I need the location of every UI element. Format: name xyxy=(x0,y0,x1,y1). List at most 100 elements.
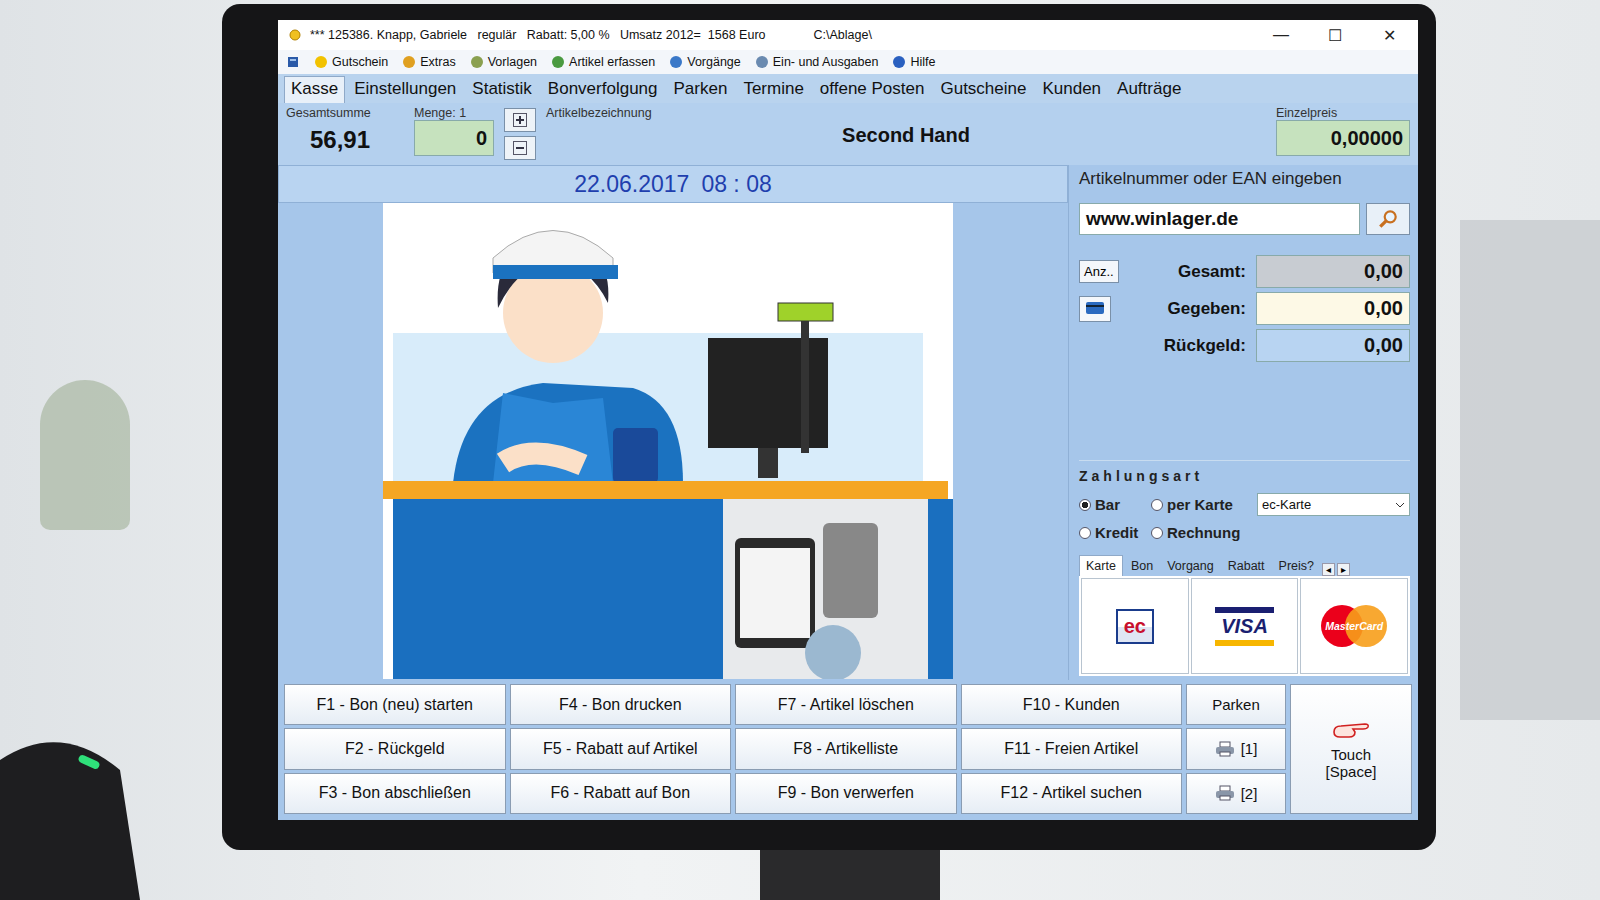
toolbar-item[interactable]: Vorgänge xyxy=(669,55,741,69)
radio-icon xyxy=(1151,499,1163,511)
sub-tab[interactable]: Bon xyxy=(1125,556,1159,576)
decrease-button[interactable] xyxy=(504,136,536,160)
card-button[interactable] xyxy=(1079,296,1111,322)
tab[interactable]: Statistik xyxy=(465,76,539,103)
payment-option[interactable]: per Karte xyxy=(1151,496,1257,513)
sub-tab-bar: KarteBonVorgangRabattPreis? ◂▸ xyxy=(1079,555,1410,576)
toolbar-icon xyxy=(755,55,769,69)
radio-icon xyxy=(1079,527,1091,539)
card-tile[interactable]: ec xyxy=(1081,578,1189,674)
card-tile[interactable]: VISA xyxy=(1191,578,1299,674)
toolbar-item[interactable]: Gutschein xyxy=(314,55,388,69)
sub-tab[interactable]: Rabatt xyxy=(1222,556,1271,576)
sub-tab[interactable]: Karte xyxy=(1079,555,1123,576)
payment-title: Zahlungsart xyxy=(1079,468,1203,484)
toolbar-item[interactable]: Vorlagen xyxy=(470,55,537,69)
tab[interactable]: Parken xyxy=(667,76,735,103)
tab[interactable]: Aufträge xyxy=(1110,76,1188,103)
function-key[interactable]: F7 - Artikel löschen xyxy=(735,684,957,725)
quantity-box: Menge: 1 0 xyxy=(414,106,494,162)
barcode-scanner xyxy=(0,720,150,900)
total-label: Gesamtsumme xyxy=(286,106,404,120)
tab[interactable]: offene Posten xyxy=(813,76,932,103)
park-button[interactable]: Parken xyxy=(1186,684,1286,725)
window-control[interactable]: ☐ xyxy=(1312,25,1358,46)
printer-icon xyxy=(1215,741,1235,757)
function-key[interactable]: F4 - Bon drucken xyxy=(510,684,732,725)
date-time: 22.06.2017 08 : 08 xyxy=(278,165,1068,203)
toolbar-item[interactable]: Ein- und Ausgaben xyxy=(755,55,879,69)
payment-option[interactable]: Kredit xyxy=(1079,524,1151,541)
function-key[interactable]: F12 - Artikel suchen xyxy=(961,773,1183,814)
toolbar-icon xyxy=(402,55,416,69)
toolbar-item[interactable]: Hilfe xyxy=(892,55,935,69)
sub-tab[interactable]: Preis? xyxy=(1273,556,1320,576)
count-button[interactable]: Anz.. xyxy=(1079,260,1119,283)
tab[interactable]: Kasse xyxy=(284,76,345,103)
search-button[interactable] xyxy=(1366,203,1410,235)
radio-icon xyxy=(1151,527,1163,539)
payment-panel: Artikelnummer oder EAN eingeben www.winl… xyxy=(1068,165,1418,680)
tab[interactable]: Kunden xyxy=(1035,76,1108,103)
quantity-field[interactable]: 0 xyxy=(414,120,494,156)
print-button[interactable]: [1] xyxy=(1186,728,1286,769)
function-key[interactable]: F9 - Bon verwerfen xyxy=(735,773,957,814)
amount-field: 0,00 xyxy=(1256,329,1410,362)
chevron-down-icon xyxy=(1395,502,1405,508)
tab[interactable]: Bonverfolgung xyxy=(541,76,665,103)
toolbar-icon xyxy=(551,55,565,69)
pointing-hand-icon xyxy=(1331,718,1371,742)
function-key[interactable]: F3 - Bon abschließen xyxy=(284,773,506,814)
function-key[interactable]: F8 - Artikelliste xyxy=(735,728,957,769)
mastercard-logo: MasterCard xyxy=(1321,605,1387,647)
tab[interactable]: Termine xyxy=(736,76,810,103)
article-box: Artikelbezeichnung Second Hand xyxy=(546,106,1266,162)
print-button[interactable]: [2] xyxy=(1186,773,1286,814)
toolbar-item[interactable]: Extras xyxy=(402,55,455,69)
date: 22.06.2017 xyxy=(574,171,689,198)
card-type-select[interactable]: ec-Karte xyxy=(1257,493,1410,516)
tab[interactable]: Gutscheine xyxy=(933,76,1033,103)
scroll-arrow[interactable]: ◂ xyxy=(1322,563,1335,576)
sub-tab[interactable]: Vorgang xyxy=(1161,556,1220,576)
function-key[interactable]: F6 - Rabatt auf Bon xyxy=(510,773,732,814)
ean-label: Artikelnummer oder EAN eingeben xyxy=(1079,169,1410,189)
window-path: C:\Ablage\ xyxy=(814,28,872,42)
tab[interactable]: Einstellungen xyxy=(347,76,463,103)
visa-logo: VISA xyxy=(1215,607,1274,646)
window-title: *** 125386. Knapp, Gabriele regulär Raba… xyxy=(310,28,766,42)
function-key[interactable]: F11 - Freien Artikel xyxy=(961,728,1183,769)
card-buttons: ec VISA MasterCard xyxy=(1079,576,1410,676)
window-control[interactable]: ✕ xyxy=(1366,25,1412,46)
ean-input[interactable]: www.winlager.de xyxy=(1079,203,1360,235)
toolbar-item[interactable]: Artikel erfassen xyxy=(551,55,655,69)
touch-button[interactable]: Touch[Space] xyxy=(1290,684,1412,814)
amount-label: Gesamt: xyxy=(1139,262,1252,282)
payment-option[interactable]: Bar xyxy=(1079,496,1151,513)
scroll-arrow[interactable]: ▸ xyxy=(1337,563,1350,576)
tab-bar: KasseEinstellungenStatistikBonverfolgung… xyxy=(278,74,1418,103)
payment-option[interactable]: Rechnung xyxy=(1151,524,1257,541)
card-icon xyxy=(1085,300,1105,316)
function-key[interactable]: F1 - Bon (neu) starten xyxy=(284,684,506,725)
amount-row: Gegeben: 0,00 xyxy=(1079,292,1410,325)
amount-label: Rückgeld: xyxy=(1139,336,1252,356)
magnifier-icon xyxy=(1377,208,1399,230)
price-field[interactable]: 0,00000 xyxy=(1276,120,1410,156)
plant xyxy=(40,380,130,530)
book-icon[interactable] xyxy=(286,55,300,69)
card-tile[interactable]: MasterCard xyxy=(1300,578,1408,674)
toolbar-icon xyxy=(470,55,484,69)
total-value: 56,91 xyxy=(286,120,404,154)
toolbar: Gutschein Extras Vorlagen Artikel erfass… xyxy=(278,50,1418,74)
monitor: *** 125386. Knapp, Gabriele regulär Raba… xyxy=(222,4,1436,850)
toolbar-icon xyxy=(892,55,906,69)
window-control[interactable]: — xyxy=(1258,25,1304,45)
advert-picture xyxy=(383,203,953,679)
function-key[interactable]: F5 - Rabatt auf Artikel xyxy=(510,728,732,769)
function-key[interactable]: F2 - Rückgeld xyxy=(284,728,506,769)
increase-button[interactable] xyxy=(504,108,536,132)
amount-field[interactable]: 0,00 xyxy=(1256,292,1410,325)
payment-method: Zahlungsart Barper Karte ec-Karte Kredit… xyxy=(1079,460,1410,541)
function-key[interactable]: F10 - Kunden xyxy=(961,684,1183,725)
